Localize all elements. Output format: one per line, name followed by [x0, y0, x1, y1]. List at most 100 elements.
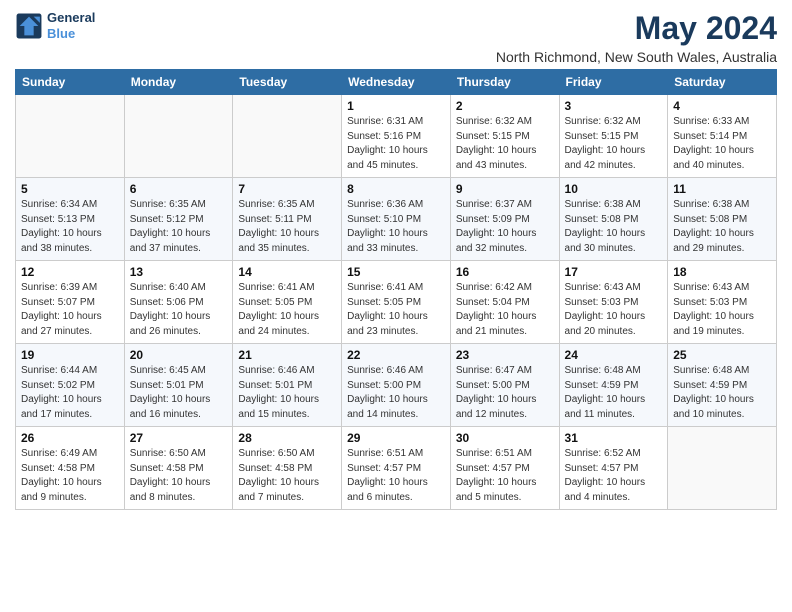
- day-info: Sunrise: 6:38 AM Sunset: 5:08 PM Dayligh…: [673, 198, 771, 256]
- day-number: 12: [21, 265, 119, 279]
- calendar-cell: 15 Sunrise: 6:41 AM Sunset: 5:05 PM Dayli…: [342, 261, 451, 344]
- calendar-cell: 12 Sunrise: 6:39 AM Sunset: 5:07 PM Dayli…: [16, 261, 125, 344]
- day-number: 26: [21, 431, 119, 445]
- day-info: Sunrise: 6:31 AM Sunset: 5:16 PM Dayligh…: [347, 115, 445, 173]
- calendar-cell: 5 Sunrise: 6:34 AM Sunset: 5:13 PM Daylig…: [16, 178, 125, 261]
- calendar-cell: [668, 427, 777, 510]
- day-of-week-header: Sunday: [16, 70, 125, 95]
- day-number: 9: [456, 182, 554, 196]
- logo-text: General Blue: [47, 10, 95, 41]
- day-info: Sunrise: 6:40 AM Sunset: 5:06 PM Dayligh…: [130, 281, 228, 339]
- day-info: Sunrise: 6:50 AM Sunset: 4:58 PM Dayligh…: [238, 447, 336, 505]
- day-info: Sunrise: 6:41 AM Sunset: 5:05 PM Dayligh…: [238, 281, 336, 339]
- calendar-cell: 21Sunrise: 6:46 AM Sunset: 5:01 PM Dayli…: [233, 344, 342, 427]
- day-info: Sunrise: 6:51 AM Sunset: 4:57 PM Dayligh…: [347, 447, 445, 505]
- day-number: 31: [565, 431, 663, 445]
- calendar-cell: 3Sunrise: 6:32 AM Sunset: 5:15 PM Daylig…: [559, 95, 668, 178]
- logo: General Blue: [15, 10, 95, 41]
- day-of-week-header: Tuesday: [233, 70, 342, 95]
- day-number: 15: [347, 265, 445, 279]
- day-number: 16: [456, 265, 554, 279]
- day-of-week-header: Saturday: [668, 70, 777, 95]
- calendar-cell: 20 Sunrise: 6:45 AM Sunset: 5:01 PM Dayli…: [124, 344, 233, 427]
- day-number: 5: [21, 182, 119, 196]
- day-number: 2: [456, 99, 554, 113]
- day-number: 3: [565, 99, 663, 113]
- calendar-cell: 14 Sunrise: 6:41 AM Sunset: 5:05 PM Dayli…: [233, 261, 342, 344]
- day-number: 22: [347, 348, 445, 362]
- calendar-cell: 31 Sunrise: 6:52 AM Sunset: 4:57 PM Dayli…: [559, 427, 668, 510]
- day-number: 18: [673, 265, 771, 279]
- day-info: Sunrise: 6:34 AM Sunset: 5:13 PM Dayligh…: [21, 198, 119, 256]
- day-info: Sunrise: 6:45 AM Sunset: 5:01 PM Dayligh…: [130, 364, 228, 422]
- logo-icon: [15, 12, 43, 40]
- calendar-cell: 13Sunrise: 6:40 AM Sunset: 5:06 PM Dayli…: [124, 261, 233, 344]
- calendar-cell: 22 Sunrise: 6:46 AM Sunset: 5:00 PM Dayli…: [342, 344, 451, 427]
- day-info: Sunrise: 6:47 AM Sunset: 5:00 PM Dayligh…: [456, 364, 554, 422]
- day-info: Sunrise: 6:39 AM Sunset: 5:07 PM Dayligh…: [21, 281, 119, 339]
- calendar-week-row: 12 Sunrise: 6:39 AM Sunset: 5:07 PM Dayli…: [16, 261, 777, 344]
- day-number: 1: [347, 99, 445, 113]
- calendar-cell: 16 Sunrise: 6:42 AM Sunset: 5:04 PM Dayli…: [450, 261, 559, 344]
- calendar-cell: 17 Sunrise: 6:43 AM Sunset: 5:03 PM Dayli…: [559, 261, 668, 344]
- day-info: Sunrise: 6:43 AM Sunset: 5:03 PM Dayligh…: [565, 281, 663, 339]
- calendar-cell: 28 Sunrise: 6:50 AM Sunset: 4:58 PM Dayli…: [233, 427, 342, 510]
- calendar-cell: 25Sunrise: 6:48 AM Sunset: 4:59 PM Dayli…: [668, 344, 777, 427]
- day-info: Sunrise: 6:33 AM Sunset: 5:14 PM Dayligh…: [673, 115, 771, 173]
- day-of-week-header: Wednesday: [342, 70, 451, 95]
- calendar-cell: 26Sunrise: 6:49 AM Sunset: 4:58 PM Dayli…: [16, 427, 125, 510]
- calendar-week-row: 5 Sunrise: 6:34 AM Sunset: 5:13 PM Daylig…: [16, 178, 777, 261]
- calendar-cell: 7 Sunrise: 6:35 AM Sunset: 5:11 PM Daylig…: [233, 178, 342, 261]
- calendar-cell: 2 Sunrise: 6:32 AM Sunset: 5:15 PM Daylig…: [450, 95, 559, 178]
- calendar-cell: [16, 95, 125, 178]
- day-number: 11: [673, 182, 771, 196]
- day-info: Sunrise: 6:38 AM Sunset: 5:08 PM Dayligh…: [565, 198, 663, 256]
- calendar-cell: 1 Sunrise: 6:31 AM Sunset: 5:16 PM Daylig…: [342, 95, 451, 178]
- calendar-cell: 18 Sunrise: 6:43 AM Sunset: 5:03 PM Dayli…: [668, 261, 777, 344]
- day-number: 25: [673, 348, 771, 362]
- day-number: 14: [238, 265, 336, 279]
- day-info: Sunrise: 6:36 AM Sunset: 5:10 PM Dayligh…: [347, 198, 445, 256]
- day-number: 24: [565, 348, 663, 362]
- calendar-cell: 30Sunrise: 6:51 AM Sunset: 4:57 PM Dayli…: [450, 427, 559, 510]
- day-info: Sunrise: 6:37 AM Sunset: 5:09 PM Dayligh…: [456, 198, 554, 256]
- calendar-cell: 19Sunrise: 6:44 AM Sunset: 5:02 PM Dayli…: [16, 344, 125, 427]
- day-number: 27: [130, 431, 228, 445]
- day-number: 6: [130, 182, 228, 196]
- day-info: Sunrise: 6:41 AM Sunset: 5:05 PM Dayligh…: [347, 281, 445, 339]
- calendar-cell: 6 Sunrise: 6:35 AM Sunset: 5:12 PM Daylig…: [124, 178, 233, 261]
- day-number: 4: [673, 99, 771, 113]
- day-info: Sunrise: 6:35 AM Sunset: 5:11 PM Dayligh…: [238, 198, 336, 256]
- calendar-cell: 9 Sunrise: 6:37 AM Sunset: 5:09 PM Daylig…: [450, 178, 559, 261]
- calendar-cell: 27 Sunrise: 6:50 AM Sunset: 4:58 PM Dayli…: [124, 427, 233, 510]
- calendar-cell: [233, 95, 342, 178]
- day-number: 21: [238, 348, 336, 362]
- title-block: May 2024 North Richmond, New South Wales…: [496, 10, 777, 65]
- day-of-week-header: Friday: [559, 70, 668, 95]
- day-info: Sunrise: 6:42 AM Sunset: 5:04 PM Dayligh…: [456, 281, 554, 339]
- calendar-week-row: 19Sunrise: 6:44 AM Sunset: 5:02 PM Dayli…: [16, 344, 777, 427]
- calendar-cell: 29Sunrise: 6:51 AM Sunset: 4:57 PM Dayli…: [342, 427, 451, 510]
- calendar-cell: 10Sunrise: 6:38 AM Sunset: 5:08 PM Dayli…: [559, 178, 668, 261]
- day-info: Sunrise: 6:50 AM Sunset: 4:58 PM Dayligh…: [130, 447, 228, 505]
- day-number: 7: [238, 182, 336, 196]
- day-number: 20: [130, 348, 228, 362]
- calendar-header-row: SundayMondayTuesdayWednesdayThursdayFrid…: [16, 70, 777, 95]
- calendar-title: May 2024: [496, 10, 777, 47]
- day-number: 17: [565, 265, 663, 279]
- day-number: 19: [21, 348, 119, 362]
- day-number: 23: [456, 348, 554, 362]
- day-info: Sunrise: 6:48 AM Sunset: 4:59 PM Dayligh…: [565, 364, 663, 422]
- day-info: Sunrise: 6:32 AM Sunset: 5:15 PM Dayligh…: [456, 115, 554, 173]
- calendar-table: SundayMondayTuesdayWednesdayThursdayFrid…: [15, 69, 777, 510]
- calendar-cell: 24 Sunrise: 6:48 AM Sunset: 4:59 PM Dayli…: [559, 344, 668, 427]
- day-info: Sunrise: 6:35 AM Sunset: 5:12 PM Dayligh…: [130, 198, 228, 256]
- day-number: 8: [347, 182, 445, 196]
- day-info: Sunrise: 6:46 AM Sunset: 5:00 PM Dayligh…: [347, 364, 445, 422]
- calendar-cell: 23 Sunrise: 6:47 AM Sunset: 5:00 PM Dayli…: [450, 344, 559, 427]
- day-info: Sunrise: 6:51 AM Sunset: 4:57 PM Dayligh…: [456, 447, 554, 505]
- day-info: Sunrise: 6:43 AM Sunset: 5:03 PM Dayligh…: [673, 281, 771, 339]
- day-info: Sunrise: 6:52 AM Sunset: 4:57 PM Dayligh…: [565, 447, 663, 505]
- calendar-week-row: 26Sunrise: 6:49 AM Sunset: 4:58 PM Dayli…: [16, 427, 777, 510]
- day-number: 28: [238, 431, 336, 445]
